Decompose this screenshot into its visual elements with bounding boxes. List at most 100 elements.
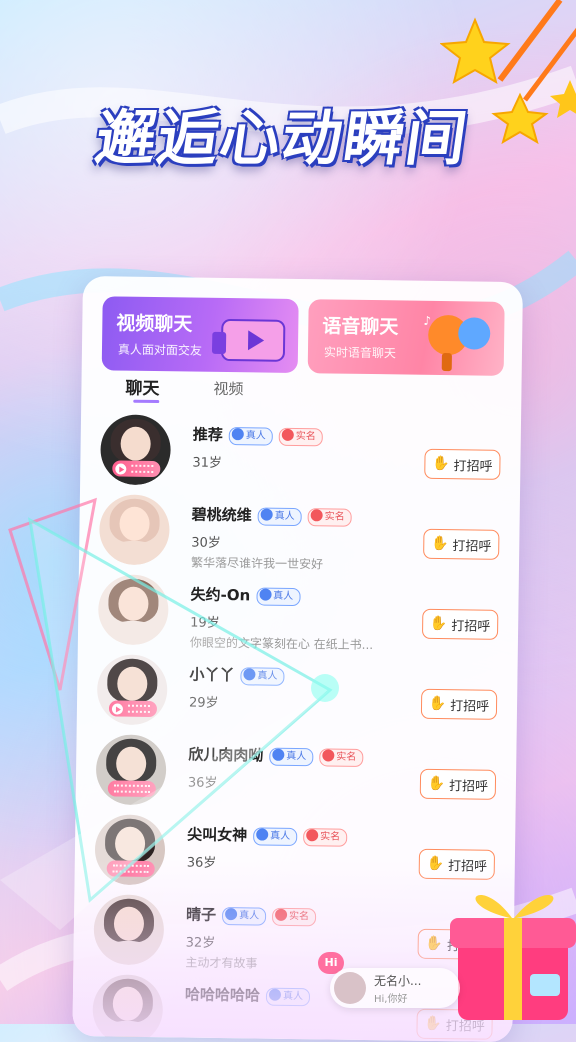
verified-icon (256, 828, 268, 840)
user-name: 欣儿肉肉呦真人实名 (188, 744, 363, 767)
list-item[interactable]: 推荐真人实名 31岁 ✋打招呼 (100, 414, 501, 492)
greet-button[interactable]: ✋打招呼 (423, 529, 499, 560)
toast-subtitle: Hi,你好 (374, 990, 407, 1005)
voice-preview-badge[interactable] (107, 860, 155, 877)
user-name-text: 推荐 (193, 426, 223, 444)
avatar[interactable] (99, 494, 170, 565)
verified-icon (261, 508, 273, 520)
verified-icon (259, 588, 271, 600)
real-person-badge: 真人 (253, 827, 297, 846)
play-icon (115, 463, 126, 474)
tab-chat[interactable]: 聊天 (125, 374, 159, 399)
play-icon (112, 703, 123, 714)
video-preview-badge[interactable] (112, 460, 160, 477)
avatar[interactable] (96, 734, 167, 805)
id-icon (275, 908, 287, 920)
greet-button[interactable]: ✋打招呼 (419, 849, 495, 880)
video-preview-badge[interactable] (109, 700, 157, 717)
list-item[interactable]: 欣儿肉肉呦真人实名 36岁 ✋打招呼 (96, 734, 497, 812)
user-name: 失约-On 真人 (190, 584, 300, 607)
real-person-badge: 真人 (269, 747, 313, 766)
wave-hand-icon: ✋ (428, 776, 446, 792)
list-item[interactable]: 失约-On真人19岁你眼空的文字篆刻在心 在纸上书...✋打招呼 (98, 574, 499, 652)
user-name-text: 哈哈哈哈哈 (185, 985, 260, 1004)
id-icon (306, 829, 318, 841)
avatar (334, 972, 366, 1004)
real-name-badge: 实名 (279, 427, 323, 446)
user-bio: 繁华落尽谁许我一世安好 (191, 554, 323, 573)
user-name-text: 碧桃统维 (192, 506, 252, 525)
svg-text:♪: ♪ (423, 314, 431, 328)
real-person-badge: 真人 (266, 987, 310, 1006)
real-person-badge: 真人 (222, 907, 266, 926)
wave-hand-icon: ✋ (426, 856, 444, 872)
greet-button[interactable]: ✋打招呼 (422, 609, 498, 640)
wave-hand-icon: ✋ (425, 936, 443, 952)
greet-button[interactable]: ✋打招呼 (416, 1009, 492, 1040)
video-chat-card[interactable]: 视频聊天 真人面对面交友 (102, 296, 299, 373)
avatar[interactable] (98, 574, 169, 645)
toast-title: 无名小... (374, 972, 421, 989)
id-icon (311, 509, 323, 521)
real-person-badge: 真人 (240, 667, 284, 686)
verified-icon (272, 748, 284, 760)
user-age: 19岁 (190, 612, 220, 631)
user-name: 小丫丫真人 (189, 664, 284, 686)
user-bio: 主动才有故事 (185, 953, 257, 971)
verified-icon (269, 988, 281, 1000)
wave-hand-icon: ✋ (432, 456, 450, 472)
wave-hand-icon: ✋ (431, 536, 449, 552)
user-age: 30岁 (191, 532, 221, 551)
avatar[interactable] (93, 894, 164, 965)
user-age: 36岁 (187, 852, 217, 871)
tab-indicator (133, 400, 159, 403)
user-age: 32岁 (186, 932, 216, 951)
list-item[interactable]: 尖叫女神真人实名 36岁 ✋打招呼 (94, 814, 495, 892)
user-name: 碧桃统维真人实名 (192, 504, 352, 527)
real-person-badge: 真人 (229, 427, 273, 446)
user-name-text: 失约-On (190, 586, 250, 605)
incoming-greeting-toast[interactable]: 无名小... Hi,你好 (330, 968, 460, 1008)
tab-video[interactable]: 视频 (213, 378, 243, 399)
user-age: 31岁 (192, 452, 222, 471)
real-name-badge: 实名 (319, 748, 363, 767)
user-name-text: 尖叫女神 (187, 826, 247, 845)
list-item[interactable]: 小丫丫真人 29岁 ✋打招呼 (97, 654, 498, 732)
greet-button[interactable]: ✋打招呼 (420, 769, 496, 800)
user-name-text: 欣儿肉肉呦 (188, 746, 263, 765)
video-chat-title: 视频聊天 (116, 308, 192, 336)
greet-button[interactable]: ✋打招呼 (424, 449, 500, 480)
list-item[interactable]: 晴子真人实名 32岁主动才有故事 ✋打招呼 (93, 894, 494, 972)
user-name: 推荐真人实名 (193, 424, 323, 447)
greet-button[interactable]: ✋打招呼 (421, 689, 497, 720)
real-person-badge: 真人 (258, 507, 302, 526)
real-name-badge: 实名 (303, 828, 347, 847)
avatar[interactable] (100, 414, 171, 485)
real-name-badge: 实名 (272, 907, 316, 926)
user-name: 晴子真人实名 (186, 904, 316, 927)
voice-chat-card[interactable]: 语音聊天 实时语音聊天 ♪ (308, 299, 505, 376)
waveform-icon (131, 465, 153, 473)
user-name-text: 小丫丫 (189, 666, 234, 685)
verified-icon (243, 668, 255, 680)
verified-icon (232, 428, 244, 440)
video-camera-icon (212, 306, 293, 367)
user-list-card: 视频聊天 真人面对面交友 语音聊天 实时语音聊天 ♪ 聊天 视频 推荐真人实名3… (72, 276, 523, 1042)
avatar[interactable] (97, 654, 168, 725)
user-age: 29岁 (189, 692, 219, 711)
list-item[interactable]: 碧桃统维真人实名 30岁繁华落尽谁许我一世安好 ✋打招呼 (99, 494, 500, 572)
waveform-icon (114, 784, 150, 793)
greet-button[interactable]: ✋打招呼 (418, 929, 494, 960)
microphone-icon: ♪ (418, 309, 499, 374)
user-name-text: 晴子 (186, 906, 216, 924)
real-name-badge: 实名 (308, 508, 352, 527)
voice-chat-subtitle: 实时语音聊天 (324, 343, 396, 361)
voice-preview-badge[interactable] (108, 780, 156, 797)
real-person-badge: 真人 (256, 587, 300, 606)
voice-chat-title: 语音聊天 (322, 311, 398, 339)
waveform-icon (113, 864, 149, 873)
verified-icon (225, 908, 237, 920)
avatar[interactable] (92, 974, 163, 1042)
avatar[interactable] (95, 814, 166, 885)
user-age: 36岁 (188, 772, 218, 791)
